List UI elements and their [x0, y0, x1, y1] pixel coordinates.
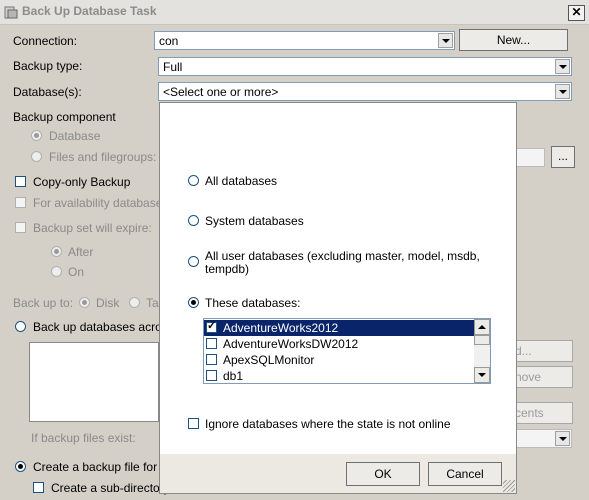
back-up-across-label: Back up databases across	[33, 320, 174, 334]
scroll-up-icon[interactable]	[474, 319, 490, 335]
database-item[interactable]: AdventureWorks2012	[204, 319, 475, 336]
ok-button[interactable]: OK	[346, 462, 420, 486]
expire-on-radio[interactable]	[51, 266, 62, 277]
databases-label: Database(s):	[13, 85, 82, 99]
user-databases-radio[interactable]	[188, 256, 199, 267]
expire-after-radio[interactable]	[51, 246, 62, 257]
availability-label: For availability databases	[33, 196, 169, 210]
browse-button[interactable]: ...	[551, 146, 575, 168]
expire-on-label: On	[68, 265, 85, 279]
popup-footer: OK Cancel	[160, 454, 516, 493]
database-checkbox[interactable]	[206, 370, 217, 381]
database-name: AdventureWorks2012	[223, 321, 339, 335]
back-up-across-radio[interactable]	[15, 321, 26, 332]
create-subdir-checkbox[interactable]	[33, 482, 44, 493]
backup-set-expire-checkbox[interactable]	[15, 222, 26, 233]
chevron-down-icon[interactable]	[555, 84, 570, 99]
database-checkbox[interactable]	[206, 354, 217, 365]
cancel-button[interactable]: Cancel	[428, 462, 502, 486]
close-button[interactable]: ✕	[568, 5, 585, 21]
remove-button[interactable]: nove	[510, 366, 573, 388]
title-bar: Back Up Database Task ✕	[0, 0, 589, 25]
expire-after-label: After	[68, 245, 94, 259]
databases-value: <Select one or more>	[163, 85, 279, 99]
availability-checkbox[interactable]	[15, 197, 26, 208]
copy-only-checkbox[interactable]	[15, 176, 26, 187]
database-checkbox[interactable]	[206, 338, 217, 349]
all-databases-radio[interactable]	[188, 175, 199, 186]
resize-grip-icon[interactable]	[503, 480, 515, 492]
scroll-thumb[interactable]	[474, 335, 490, 345]
connection-value: con	[159, 34, 179, 48]
database-item[interactable]: ApexSQLMonitor	[204, 352, 475, 368]
databases-checklist[interactable]: AdventureWorks2012 AdventureWorksDW2012 …	[203, 318, 491, 384]
scroll-down-icon[interactable]	[474, 367, 490, 383]
user-databases-label-continued: tempdb)	[205, 262, 250, 276]
database-name: ApexSQLMonitor	[223, 353, 315, 367]
disk-radio[interactable]	[79, 297, 90, 308]
chevron-down-icon[interactable]	[555, 431, 570, 446]
tape-radio[interactable]	[129, 297, 140, 308]
component-files-radio[interactable]	[31, 151, 42, 162]
component-files-label: Files and filegroups:	[49, 150, 157, 164]
backup-type-value: Full	[163, 60, 183, 74]
contents-button[interactable]: cents	[510, 402, 573, 424]
add-button[interactable]: d...	[510, 340, 573, 362]
copy-only-label: Copy-only Backup	[33, 175, 131, 189]
if-backup-exists-label: If backup files exist:	[31, 431, 136, 445]
database-item[interactable]: db1	[204, 368, 475, 383]
if-backup-exists-select[interactable]	[516, 429, 572, 448]
database-name: AdventureWorksDW2012	[223, 337, 359, 351]
system-databases-radio[interactable]	[188, 215, 199, 226]
databases-select[interactable]: <Select one or more>	[158, 82, 572, 101]
all-databases-label: All databases	[205, 174, 278, 188]
component-database-radio[interactable]	[31, 130, 42, 141]
database-selection-popup: All databases System databases All user …	[159, 102, 517, 494]
database-name: db1	[223, 369, 244, 383]
back-up-database-task-window: Back Up Database Task ✕ Connection: con …	[0, 0, 589, 500]
database-item[interactable]: AdventureWorksDW2012	[204, 336, 475, 352]
databases-scrollbar[interactable]	[474, 319, 490, 383]
these-databases-radio[interactable]	[188, 297, 199, 308]
connection-label: Connection:	[13, 34, 78, 48]
new-connection-button[interactable]: New...	[459, 29, 568, 51]
files-path-field[interactable]	[516, 148, 545, 167]
back-up-to-label: Back up to:	[13, 296, 74, 310]
ignore-offline-label: Ignore databases where the state is not …	[205, 417, 451, 431]
user-databases-label: All user databases (excluding master, mo…	[205, 249, 480, 263]
backup-set-expire-label: Backup set will expire:	[33, 221, 152, 235]
backup-component-label: Backup component	[13, 110, 116, 124]
system-databases-label: System databases	[205, 214, 304, 228]
connection-select[interactable]: con	[154, 31, 455, 50]
chevron-down-icon[interactable]	[555, 59, 570, 74]
window-title: Back Up Database Task	[22, 4, 157, 18]
create-backup-file-radio[interactable]	[15, 461, 26, 472]
these-databases-label: These databases:	[205, 296, 301, 310]
disk-label: Disk	[96, 296, 120, 310]
create-backup-file-label: Create a backup file for ev	[33, 460, 174, 474]
create-subdir-label: Create a sub-directory	[51, 481, 170, 495]
database-checkbox[interactable]	[206, 319, 217, 333]
chevron-down-icon[interactable]	[438, 33, 453, 48]
tape-label: Ta	[146, 296, 159, 310]
backup-type-select[interactable]: Full	[158, 57, 572, 76]
ignore-offline-checkbox[interactable]	[188, 418, 199, 429]
backup-files-list[interactable]	[29, 342, 159, 422]
database-task-icon	[4, 6, 18, 19]
component-database-label: Database	[49, 129, 101, 143]
backup-type-label: Backup type:	[13, 59, 83, 73]
